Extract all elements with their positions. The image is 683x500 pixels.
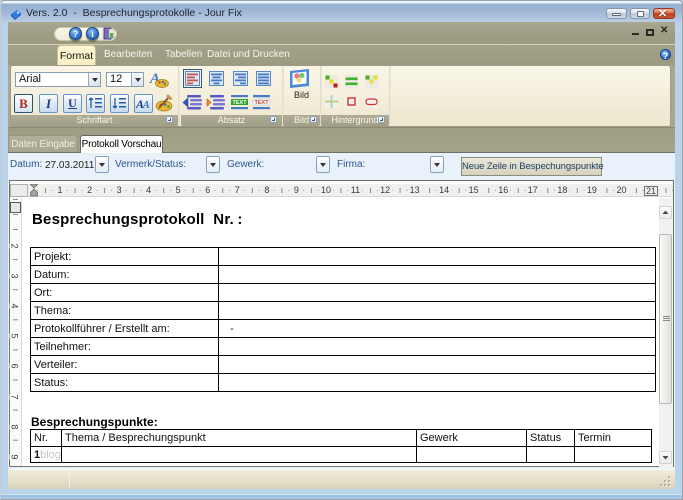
svg-text:TEXT: TEXT	[255, 100, 270, 106]
svg-text:A: A	[142, 100, 150, 111]
svg-text:TEXT: TEXT	[233, 100, 248, 106]
